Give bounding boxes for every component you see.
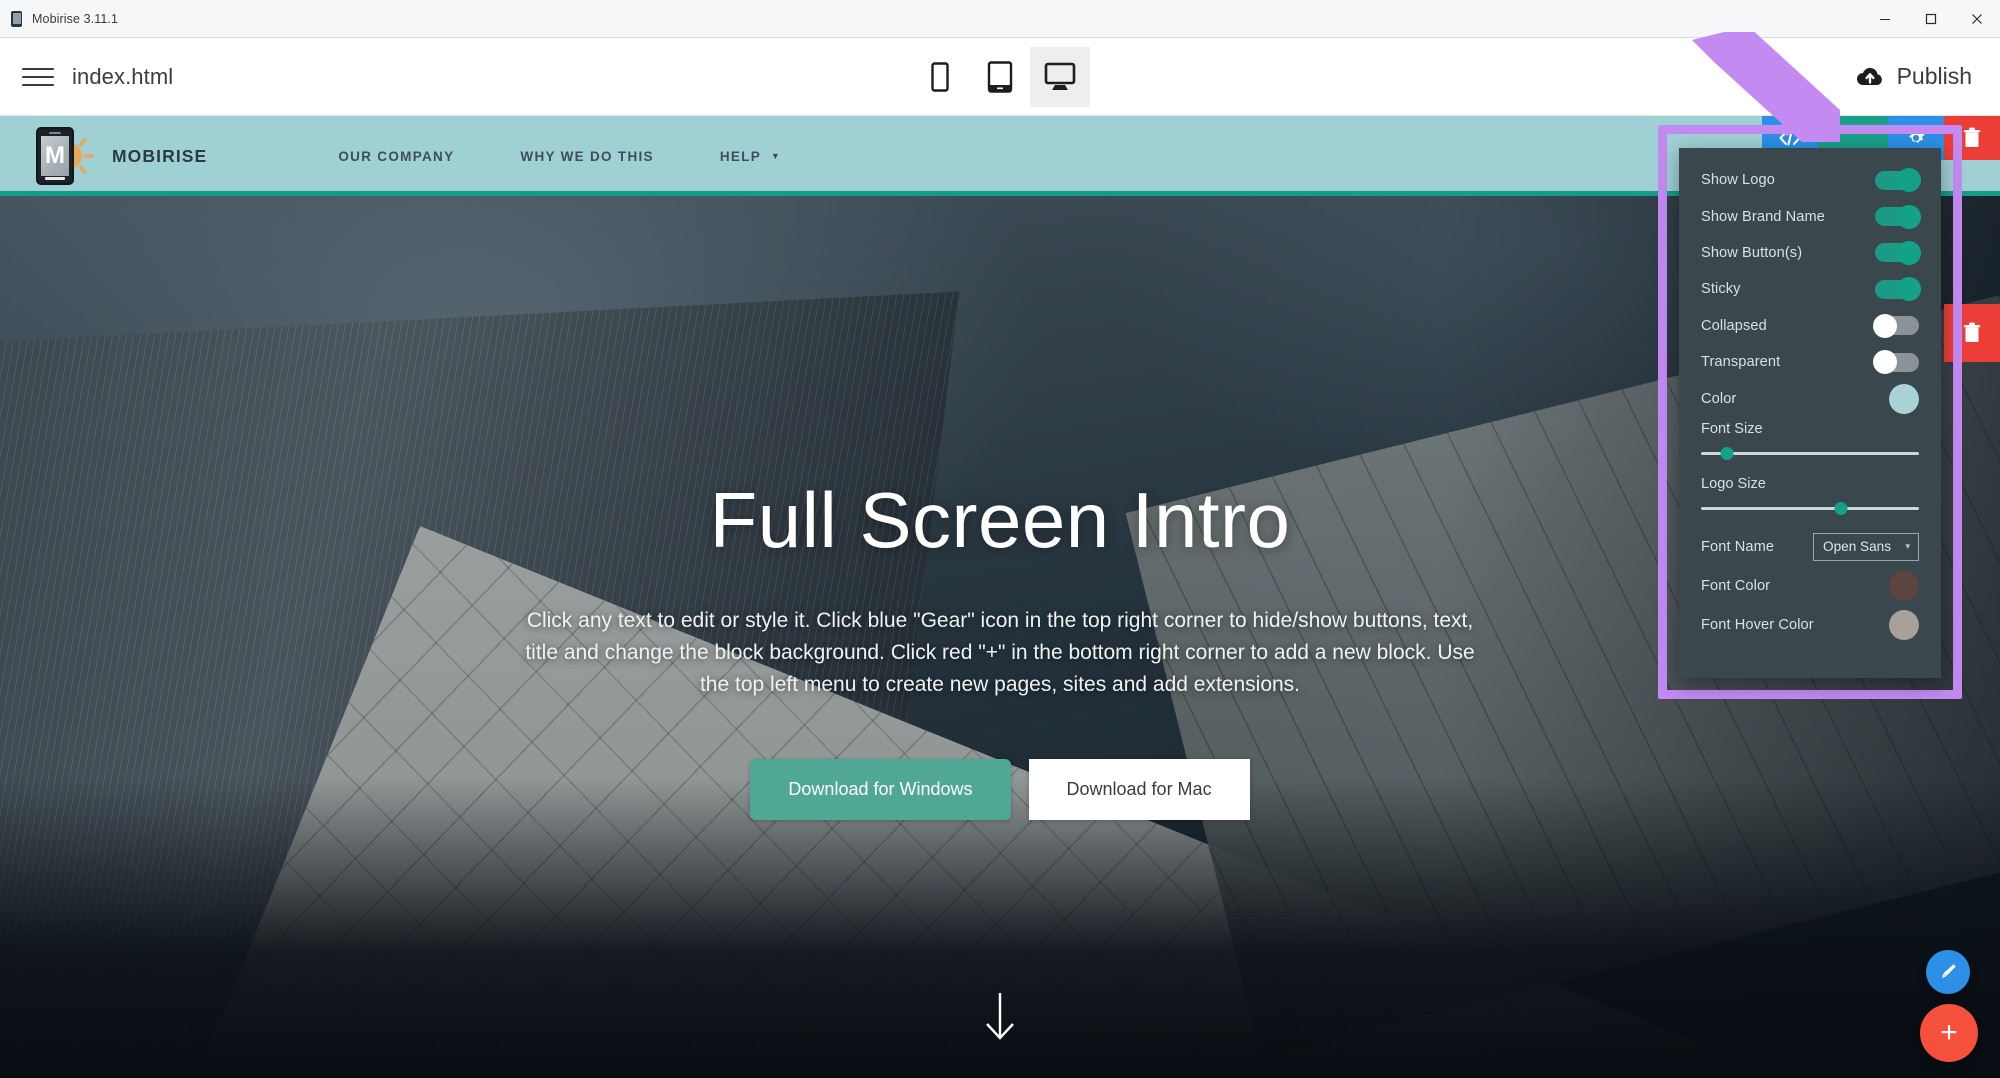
hero-paragraph[interactable]: Click any text to edit or style it. Clic… (520, 605, 1480, 701)
setting-label: Sticky (1701, 281, 1741, 298)
setting-label: Font Hover Color (1701, 617, 1814, 634)
setting-label: Font Size (1701, 420, 1763, 437)
mobile-phone-icon (931, 61, 949, 92)
chevron-down-icon: ▾ (1905, 541, 1910, 552)
setting-row-logo-size: Logo Size (1679, 472, 1941, 515)
device-preview-switcher (910, 46, 1090, 107)
setting-row-font-hover-color: Font Hover Color (1679, 606, 1941, 645)
trash-icon[interactable] (1944, 304, 2000, 362)
mobirise-app-window: Mobirise 3.11.1 index.html Publish M MOB… (0, 0, 2000, 1078)
publish-button[interactable]: Publish (1855, 63, 1972, 90)
setting-row-transparent: Transparent (1679, 344, 1941, 380)
tablet-icon (987, 60, 1013, 93)
setting-label: Show Brand Name (1701, 208, 1825, 225)
trash-icon[interactable] (1944, 116, 2000, 160)
publish-label: Publish (1896, 63, 1972, 89)
device-desktop-button[interactable] (1030, 46, 1090, 107)
download-for-mac-button[interactable]: Download for Mac (1028, 758, 1250, 820)
setting-label: Collapsed (1701, 317, 1767, 334)
setting-row-show-brand-name: Show Brand Name (1679, 198, 1941, 234)
setting-row-font-name: Font Name Open Sans ▾ (1679, 527, 1941, 567)
nav-link-label: HELP (719, 148, 761, 164)
desktop-monitor-icon (1044, 62, 1076, 90)
setting-row-sticky: Sticky (1679, 271, 1941, 307)
chevron-down-icon: ▼ (770, 150, 782, 161)
font-name-select[interactable]: Open Sans ▾ (1813, 532, 1919, 561)
logo-size-slider[interactable] (1701, 501, 1919, 515)
scroll-down-arrow-icon[interactable] (983, 991, 1017, 1048)
maximize-icon[interactable] (1908, 0, 1954, 38)
toggle-show-brand-name[interactable] (1875, 204, 1921, 229)
mobirise-logo-icon: M (26, 125, 100, 187)
window-controls (1862, 0, 2000, 38)
download-for-windows-button[interactable]: Download for Windows (750, 758, 1011, 820)
nav-link-why-we-do-this[interactable]: WHY WE DO THIS (487, 149, 686, 164)
add-block-button[interactable]: + (1920, 1004, 1978, 1062)
hero-title[interactable]: Full Screen Intro (710, 481, 1291, 559)
paintbrush-icon (1942, 964, 1956, 979)
device-tablet-button[interactable] (970, 47, 1030, 107)
toggle-show-logo[interactable] (1875, 168, 1921, 193)
nav-link-help[interactable]: HELP ▼ (687, 149, 814, 164)
title-bar-left: Mobirise 3.11.1 (0, 10, 119, 27)
setting-row-collapsed: Collapsed (1679, 308, 1941, 344)
setting-row-show-logo: Show Logo (1679, 162, 1941, 198)
app-toolbar: index.html Publish (0, 38, 2000, 116)
setting-label: Show Button(s) (1701, 244, 1803, 261)
setting-label: Logo Size (1701, 475, 1766, 492)
setting-row-color: Color (1679, 380, 1941, 416)
hero-buttons: Download for Windows Download for Mac (750, 758, 1250, 820)
setting-row-font-color: Font Color (1679, 567, 1941, 606)
setting-label: Font Name (1701, 538, 1775, 555)
minimize-icon[interactable] (1862, 0, 1908, 38)
color-swatch-font-hover[interactable] (1889, 610, 1919, 641)
font-name-value: Open Sans (1823, 539, 1892, 555)
brand-name: MOBIRISE (112, 145, 208, 166)
nav-link-label: OUR COMPANY (338, 148, 455, 164)
edit-style-button[interactable] (1926, 950, 1970, 994)
brand-letter: M (45, 142, 65, 169)
block-toolbar-secondary (1944, 304, 2000, 362)
toggle-sticky[interactable] (1875, 277, 1921, 302)
site-nav-links: OUR COMPANY WHY WE DO THIS HELP ▼ (305, 149, 814, 164)
setting-row-font-size: Font Size (1679, 417, 1941, 460)
window-title-bar: Mobirise 3.11.1 (0, 0, 2000, 38)
cloud-upload-icon (1856, 67, 1882, 85)
toggle-transparent[interactable] (1873, 350, 1919, 375)
document-name[interactable]: index.html (72, 64, 173, 90)
font-size-slider[interactable] (1701, 446, 1919, 460)
nav-link-our-company[interactable]: OUR COMPANY (305, 149, 487, 164)
color-swatch-font[interactable] (1889, 571, 1919, 602)
window-title: Mobirise 3.11.1 (32, 11, 119, 26)
setting-label: Color (1701, 390, 1737, 407)
color-swatch-navbar[interactable] (1889, 383, 1919, 414)
setting-label: Show Logo (1701, 172, 1775, 189)
navbar-settings-panel: Show Logo Show Brand Name Show Button(s)… (1679, 148, 1941, 678)
setting-row-show-buttons: Show Button(s) (1679, 235, 1941, 271)
site-brand[interactable]: M MOBIRISE (26, 125, 207, 187)
mobirise-app-icon (9, 10, 27, 27)
device-mobile-button[interactable] (910, 47, 970, 107)
toggle-collapsed[interactable] (1873, 313, 1919, 338)
toggle-show-buttons[interactable] (1875, 240, 1921, 265)
setting-label: Font Color (1701, 578, 1771, 595)
hamburger-menu-icon[interactable] (18, 57, 58, 97)
setting-label: Transparent (1701, 354, 1781, 371)
nav-link-label: WHY WE DO THIS (520, 148, 654, 164)
close-icon[interactable] (1954, 0, 2000, 38)
